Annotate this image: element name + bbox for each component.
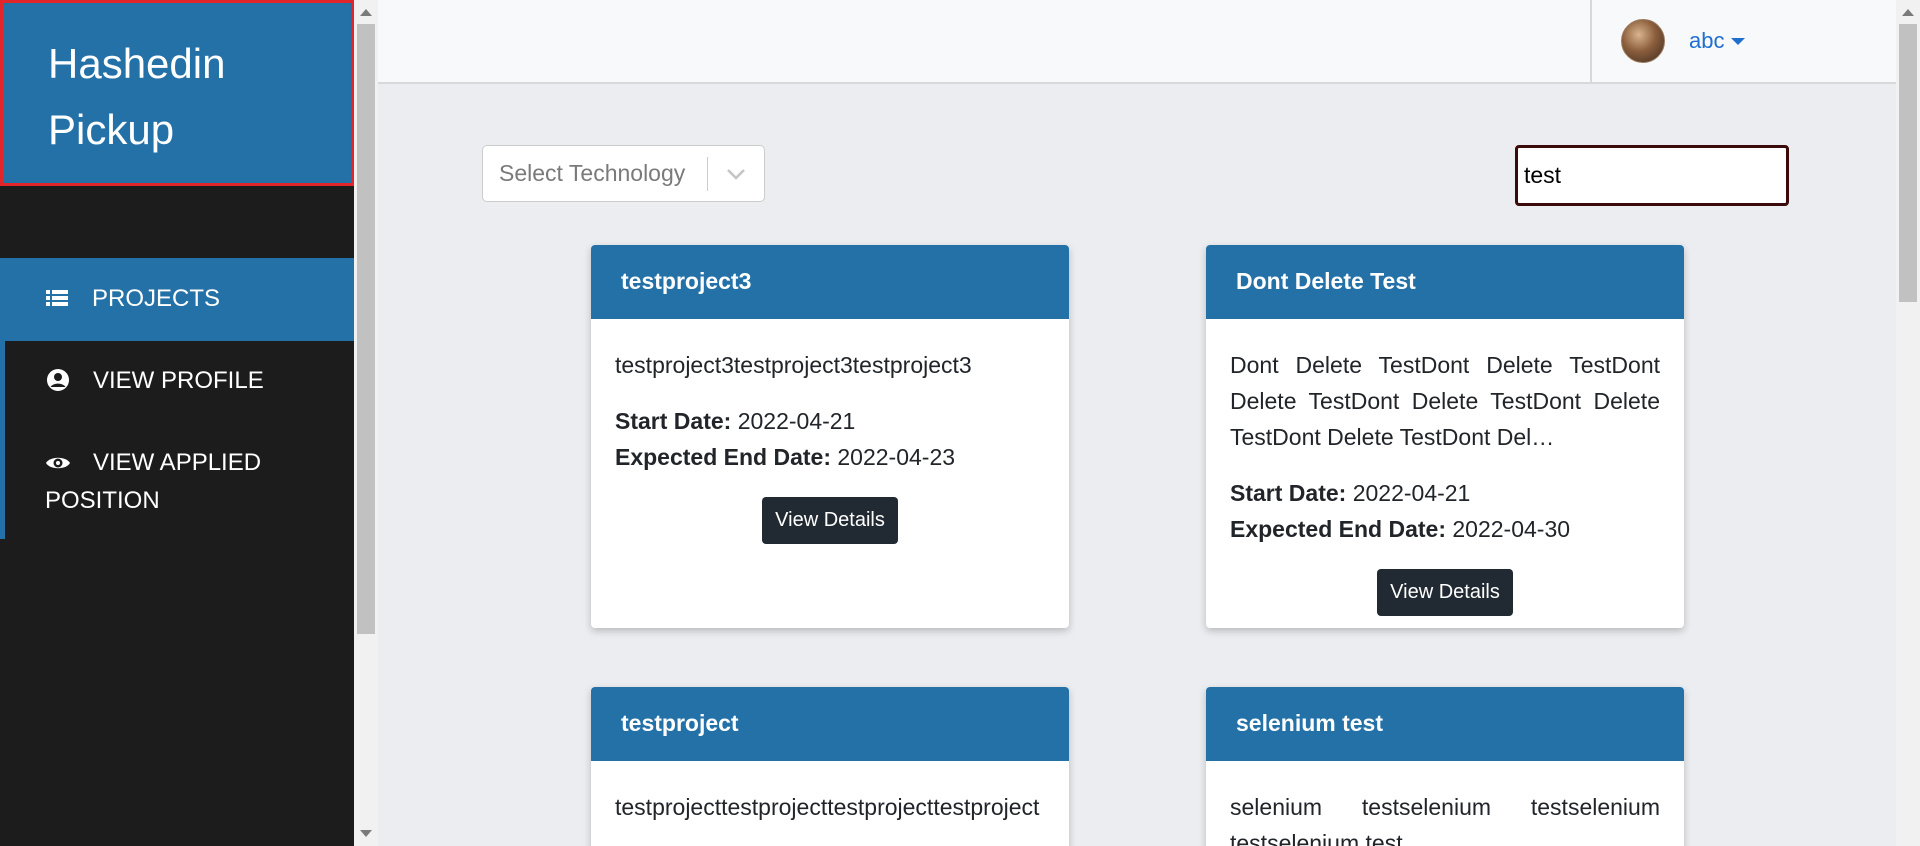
project-title: selenium test	[1206, 687, 1684, 761]
scrollbar-thumb[interactable]	[357, 24, 375, 634]
technology-select-placeholder: Select Technology	[499, 160, 686, 186]
list-icon	[44, 285, 70, 311]
project-title: testproject	[591, 687, 1069, 761]
sidebar-item-label-continued: POSITION	[45, 487, 160, 514]
eye-icon	[45, 450, 71, 476]
end-date-label: Expected End Date:	[1230, 516, 1446, 542]
start-date-row: Start Date: 2022-04-21	[615, 403, 1045, 439]
top-header: abc	[378, 0, 1896, 84]
sidebar-item-view-applied-position[interactable]: VIEW APPLIED POSITION	[0, 423, 354, 539]
scroll-up-arrow-icon[interactable]	[1902, 9, 1914, 16]
sidebar-item-label: VIEW PROFILE	[93, 367, 264, 394]
page-scrollbar[interactable]	[1896, 0, 1920, 846]
project-title: Dont Delete Test	[1206, 245, 1684, 319]
project-description: Dont Delete TestDont Delete TestDont Del…	[1230, 352, 1660, 450]
sidebar-item-view-profile[interactable]: VIEW PROFILE	[0, 341, 354, 423]
user-menu-toggle[interactable]: abc	[1689, 28, 1746, 54]
sidebar-scrollbar[interactable]	[354, 0, 378, 846]
end-date-row: Expected End Date: 2022-04-23	[615, 439, 1045, 475]
brand-logo[interactable]: Hashedin Pickup	[0, 0, 354, 186]
sidebar-item-label: PROJECTS	[92, 285, 221, 312]
project-description: testprojecttestprojecttestprojecttestpro…	[615, 794, 1040, 820]
avatar[interactable]	[1621, 19, 1665, 63]
sidebar-nav: PROJECTS VIEW PROFILE VIEW APPLIED POSIT…	[0, 258, 354, 539]
end-date-label: Expected End Date:	[615, 444, 831, 470]
project-description: selenium testselenium testselenium tests…	[1230, 794, 1660, 846]
header-divider	[1590, 0, 1592, 84]
scroll-down-arrow-icon[interactable]	[360, 830, 372, 837]
caret-down-icon	[1731, 37, 1746, 45]
view-details-button[interactable]: View Details	[762, 497, 898, 544]
project-title: testproject3	[591, 245, 1069, 319]
project-card: Dont Delete Test Dont Delete TestDont De…	[1206, 245, 1684, 628]
scroll-up-arrow-icon[interactable]	[360, 9, 372, 16]
start-date-label: Start Date:	[1230, 480, 1347, 506]
project-card: testproject testprojecttestprojecttestpr…	[591, 687, 1069, 846]
search-input[interactable]	[1515, 145, 1789, 206]
brand-line-1: Hashedin	[48, 40, 226, 87]
technology-select[interactable]: Select Technology	[482, 145, 765, 202]
start-date-value: 2022-04-21	[737, 408, 856, 434]
start-date-value: 2022-04-21	[1352, 480, 1471, 506]
project-card: testproject3 testproject3testproject3tes…	[591, 245, 1069, 628]
sidebar: Hashedin Pickup PROJECTS VIEW PROFILE VI…	[0, 0, 354, 846]
user-circle-icon	[45, 367, 71, 393]
start-date-label: Start Date:	[615, 408, 732, 434]
project-card: selenium test selenium testselenium test…	[1206, 687, 1684, 846]
start-date-row: Start Date: 2022-04-21	[1230, 475, 1660, 511]
end-date-value: 2022-04-30	[1452, 516, 1571, 542]
project-description: testproject3testproject3testproject3	[615, 352, 972, 378]
chevron-down-icon[interactable]	[708, 168, 764, 180]
end-date-value: 2022-04-23	[837, 444, 956, 470]
sidebar-item-label: VIEW APPLIED	[93, 449, 262, 476]
scrollbar-thumb[interactable]	[1899, 24, 1917, 302]
view-details-button[interactable]: View Details	[1377, 569, 1513, 616]
brand-line-2: Pickup	[48, 106, 175, 153]
user-name: abc	[1689, 28, 1725, 53]
sidebar-item-projects[interactable]: PROJECTS	[0, 258, 354, 341]
end-date-row: Expected End Date: 2022-04-30	[1230, 511, 1660, 547]
